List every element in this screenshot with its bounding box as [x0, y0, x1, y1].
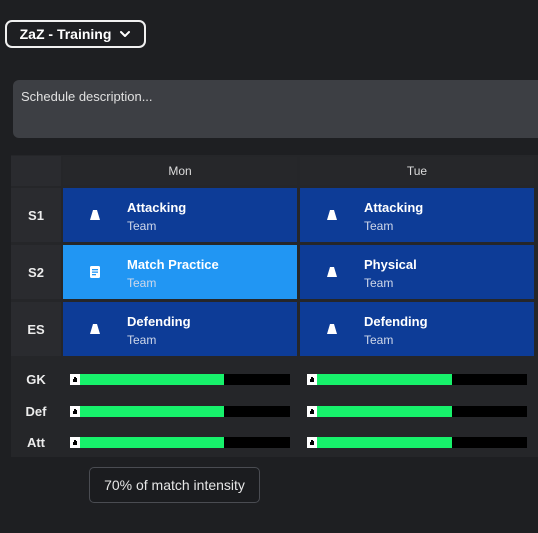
- session-cell-mon-s2[interactable]: Match Practice Team: [63, 245, 297, 299]
- session-label-s1: S1: [11, 188, 61, 242]
- session-label-s2: S2: [11, 245, 61, 299]
- day-header-mon: Mon: [63, 157, 297, 185]
- session-cell-tue-es[interactable]: Defending Team: [300, 302, 534, 356]
- intensity-bar-fill: [307, 374, 453, 385]
- session-cell-mon-s1[interactable]: Attacking Team: [63, 188, 297, 242]
- training-schedule-panel: ZaZ - Training Schedule description... M…: [0, 0, 538, 533]
- intensity-tooltip: 70% of match intensity: [89, 467, 260, 503]
- cone-icon: [90, 324, 100, 334]
- hand-icon[interactable]: [307, 374, 317, 385]
- intensity-label-att: Att: [26, 434, 46, 450]
- intensity-bar-mon-gk[interactable]: [70, 374, 290, 385]
- session-subtitle: Team: [127, 219, 157, 233]
- hand-icon[interactable]: [70, 374, 80, 385]
- chevron-down-icon: [120, 31, 131, 37]
- cone-icon: [327, 324, 337, 334]
- cone-icon: [90, 210, 100, 220]
- session-cell-tue-s1[interactable]: Attacking Team: [300, 188, 534, 242]
- session-title: Defending: [364, 314, 428, 329]
- schedule-description-placeholder: Schedule description...: [21, 89, 153, 104]
- intensity-label-def: Def: [25, 403, 47, 419]
- intensity-bar-fill: [307, 406, 453, 417]
- session-subtitle: Team: [127, 333, 157, 347]
- hand-icon[interactable]: [70, 437, 80, 448]
- session-subtitle: Team: [364, 219, 394, 233]
- hand-icon[interactable]: [307, 437, 317, 448]
- intensity-label-gk: GK: [26, 371, 46, 387]
- intensity-bar-fill: [307, 437, 453, 448]
- intensity-bar-mon-def[interactable]: [70, 406, 290, 417]
- session-subtitle: Team: [364, 276, 394, 290]
- schedule-dropdown[interactable]: ZaZ - Training: [5, 20, 146, 48]
- session-subtitle: Team: [127, 276, 157, 290]
- intensity-bar-fill: [70, 374, 224, 385]
- intensity-bar-fill: [70, 437, 224, 448]
- grid-corner: [11, 156, 61, 186]
- document-icon: [90, 266, 100, 278]
- cone-icon: [327, 210, 337, 220]
- intensity-bar-tue-att[interactable]: [307, 437, 527, 448]
- session-title: Physical: [364, 257, 417, 272]
- session-title: Attacking: [364, 200, 424, 215]
- session-subtitle: Team: [364, 333, 394, 347]
- session-cell-mon-es[interactable]: Defending Team: [63, 302, 297, 356]
- session-title: Match Practice: [127, 257, 219, 272]
- session-label-es: ES: [11, 302, 61, 356]
- session-cell-tue-s2[interactable]: Physical Team: [300, 245, 534, 299]
- intensity-tooltip-text: 70% of match intensity: [104, 477, 245, 493]
- session-title: Attacking: [127, 200, 187, 215]
- intensity-bar-mon-att[interactable]: [70, 437, 290, 448]
- schedule-description-field[interactable]: Schedule description...: [13, 80, 538, 138]
- intensity-bar-tue-gk[interactable]: [307, 374, 527, 385]
- day-header-tue: Tue: [300, 157, 534, 185]
- hand-icon[interactable]: [307, 406, 317, 417]
- intensity-bar-fill: [70, 406, 224, 417]
- schedule-name: ZaZ - Training: [19, 26, 112, 42]
- session-title: Defending: [127, 314, 191, 329]
- cone-icon: [327, 267, 337, 277]
- hand-icon[interactable]: [70, 406, 80, 417]
- intensity-bar-tue-def[interactable]: [307, 406, 527, 417]
